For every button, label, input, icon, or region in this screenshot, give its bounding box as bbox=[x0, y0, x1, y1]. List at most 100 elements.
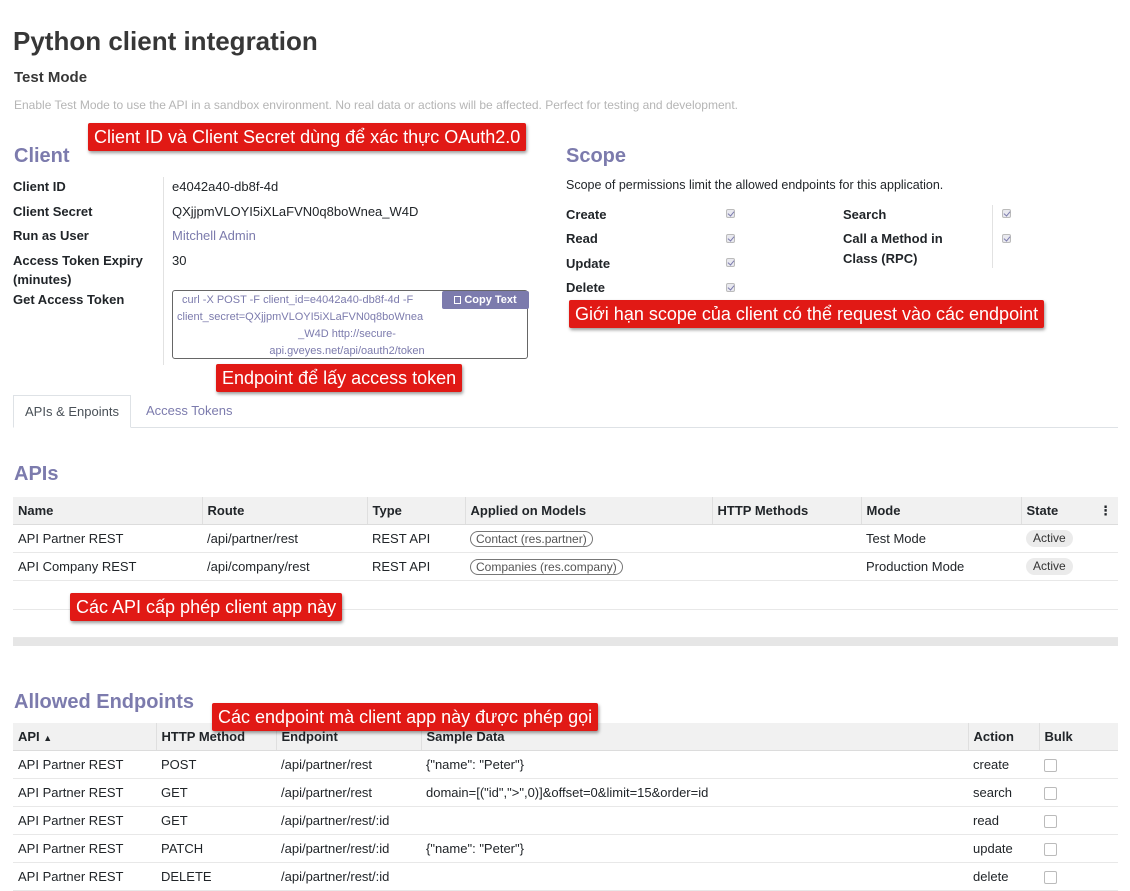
endpoint-sample: {"name": "Peter"} bbox=[421, 834, 968, 863]
scope-update-checkbox[interactable] bbox=[726, 258, 735, 267]
bulk-checkbox[interactable] bbox=[1044, 787, 1057, 801]
endpoint-method: GET bbox=[156, 778, 276, 807]
endpoint-path: /api/partner/rest/:id bbox=[276, 862, 421, 891]
endpoints-col-api[interactable]: API ▲ bbox=[13, 723, 156, 751]
apis-col-mode[interactable]: Mode bbox=[860, 497, 1021, 525]
table-row[interactable]: API Partner REST GET /api/partner/rest d… bbox=[13, 778, 1118, 807]
tab-apis-endpoints[interactable]: APIs & Enpoints bbox=[13, 395, 131, 428]
endpoints-col-api-label: API bbox=[18, 729, 40, 744]
scope-rpc-checkbox[interactable] bbox=[1002, 234, 1011, 243]
column-options-icon[interactable]: ⋮ bbox=[1099, 503, 1112, 519]
scope-rpc-label-2: Class (RPC) bbox=[843, 251, 918, 266]
annotation-apis: Các API cấp phép client app này bbox=[70, 593, 343, 621]
table-row[interactable]: API Company REST /api/company/rest REST … bbox=[13, 552, 1118, 581]
scope-create-label: Create bbox=[566, 207, 607, 222]
api-models-cell: Companies (res.company) bbox=[465, 552, 712, 581]
endpoint-api: API Partner REST bbox=[13, 778, 156, 807]
endpoint-method: GET bbox=[156, 806, 276, 835]
table-row[interactable]: API Partner REST DELETE /api/partner/res… bbox=[13, 862, 1118, 891]
endpoint-path: /api/partner/rest/:id bbox=[276, 834, 421, 863]
apis-col-name[interactable]: Name bbox=[13, 497, 202, 525]
copy-text-label: Copy Text bbox=[464, 294, 517, 306]
table-row[interactable]: API Partner REST GET /api/partner/rest/:… bbox=[13, 806, 1118, 835]
run-as-user-label: Run as User bbox=[13, 228, 89, 243]
endpoint-method: DELETE bbox=[156, 862, 276, 891]
scope-section-title: Scope bbox=[566, 145, 627, 167]
sort-ascending-icon: ▲ bbox=[43, 733, 53, 743]
endpoints-col-action[interactable]: Action bbox=[967, 723, 1039, 751]
api-mode: Test Mode bbox=[861, 524, 1021, 553]
client-id-label: Client ID bbox=[13, 179, 66, 194]
apis-section-title: APIs bbox=[14, 463, 59, 485]
endpoint-method: PATCH bbox=[156, 834, 276, 863]
table-row[interactable]: API Partner REST /api/partner/rest REST … bbox=[13, 524, 1118, 553]
endpoint-action: update bbox=[968, 834, 1039, 863]
bulk-checkbox[interactable] bbox=[1044, 871, 1057, 885]
api-mode: Production Mode bbox=[861, 552, 1021, 581]
endpoints-section-title: Allowed Endpoints bbox=[14, 691, 194, 713]
client-field-divider bbox=[163, 177, 164, 365]
scope-read-label: Read bbox=[566, 231, 598, 246]
token-expiry-value[interactable]: 30 bbox=[172, 253, 186, 268]
api-type: REST API bbox=[367, 552, 465, 581]
apis-col-state-label: State bbox=[1026, 503, 1059, 518]
status-badge: Active bbox=[1026, 530, 1073, 547]
scope-read-checkbox[interactable] bbox=[726, 234, 735, 243]
scope-create-checkbox[interactable] bbox=[726, 209, 735, 218]
endpoint-path: /api/partner/rest bbox=[276, 750, 421, 779]
client-secret-value[interactable]: QXjjpmVLOYI5iXLaFVN0q8boWnea_W4D bbox=[172, 204, 418, 219]
status-badge: Active bbox=[1026, 558, 1073, 575]
curl-line-4: api.gveyes.net/api/oauth2/token bbox=[269, 345, 425, 357]
annotation-endpoints: Các endpoint mà client app này được phép… bbox=[212, 703, 599, 731]
api-state-cell: Active bbox=[1021, 524, 1118, 553]
test-mode-description: Enable Test Mode to use the API in a san… bbox=[14, 98, 738, 112]
api-methods bbox=[712, 524, 861, 553]
endpoint-path: /api/partner/rest bbox=[276, 778, 421, 807]
api-name: API Company REST bbox=[13, 552, 202, 581]
api-models-cell: Contact (res.partner) bbox=[465, 524, 712, 553]
endpoint-api: API Partner REST bbox=[13, 862, 156, 891]
apis-col-models[interactable]: Applied on Models bbox=[464, 497, 712, 525]
run-as-user-link[interactable]: Mitchell Admin bbox=[172, 228, 256, 243]
tab-access-tokens[interactable]: Access Tokens bbox=[146, 395, 232, 428]
endpoint-api: API Partner REST bbox=[13, 806, 156, 835]
client-secret-label: Client Secret bbox=[13, 204, 93, 219]
endpoint-action: read bbox=[968, 806, 1039, 835]
apis-col-state[interactable]: State ⋮ bbox=[1020, 497, 1118, 525]
table-row[interactable]: API Partner REST POST /api/partner/rest … bbox=[13, 750, 1118, 779]
apis-col-route[interactable]: Route bbox=[201, 497, 367, 525]
scope-update-label: Update bbox=[566, 256, 611, 271]
endpoint-bulk-cell bbox=[1039, 750, 1118, 779]
api-methods bbox=[712, 552, 861, 581]
scope-delete-checkbox[interactable] bbox=[726, 283, 735, 292]
endpoint-bulk-cell bbox=[1039, 778, 1118, 807]
endpoint-bulk-cell bbox=[1039, 862, 1118, 891]
annotation-scope: Giới hạn scope của client có thể request… bbox=[569, 300, 1045, 328]
apis-col-methods[interactable]: HTTP Methods bbox=[711, 497, 861, 525]
test-mode-title: Test Mode bbox=[14, 69, 88, 86]
scope-search-label: Search bbox=[843, 207, 887, 222]
scope-search-checkbox[interactable] bbox=[1002, 209, 1011, 218]
api-name: API Partner REST bbox=[13, 524, 202, 553]
apis-header-row: Name Route Type Applied on Models HTTP M… bbox=[13, 497, 1118, 525]
apis-col-type[interactable]: Type bbox=[366, 497, 465, 525]
table-row[interactable]: API Partner REST PATCH /api/partner/rest… bbox=[13, 834, 1118, 863]
bulk-checkbox[interactable] bbox=[1044, 815, 1057, 829]
api-route: /api/partner/rest bbox=[202, 524, 367, 553]
scope-rpc-label: Call a Method in bbox=[843, 231, 943, 246]
api-route: /api/company/rest bbox=[202, 552, 367, 581]
endpoint-sample bbox=[421, 862, 968, 891]
bulk-checkbox[interactable] bbox=[1044, 759, 1057, 773]
model-tag: Contact (res.partner) bbox=[470, 530, 593, 547]
annotation-token-endpoint: Endpoint để lấy access token bbox=[216, 364, 463, 392]
endpoint-action: create bbox=[968, 750, 1039, 779]
client-id-value[interactable]: e4042a40-db8f-4d bbox=[172, 179, 278, 194]
copy-text-button[interactable]: Copy Text bbox=[442, 291, 529, 309]
apis-table-footer bbox=[13, 638, 1118, 646]
copy-icon bbox=[454, 296, 462, 304]
endpoints-col-bulk[interactable]: Bulk bbox=[1038, 723, 1118, 751]
page-title: Python client integration bbox=[13, 26, 318, 56]
token-expiry-label: Access Token Expiry bbox=[13, 253, 143, 268]
bulk-checkbox[interactable] bbox=[1044, 843, 1057, 857]
scope-delete-label: Delete bbox=[566, 280, 606, 295]
